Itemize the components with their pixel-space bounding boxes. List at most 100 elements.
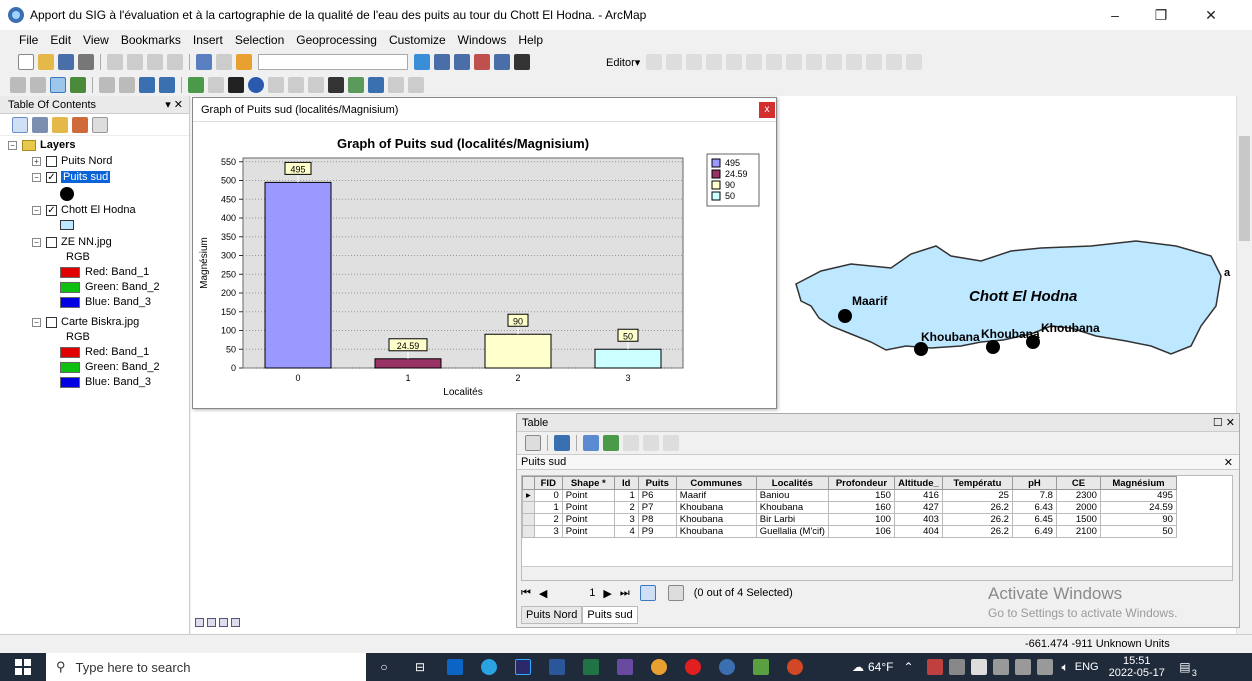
cell[interactable]: 6.49 [1011,525,1057,538]
column-header[interactable]: pH [1011,476,1057,490]
switch-selection-icon[interactable] [603,435,619,451]
table-of-contents-icon[interactable] [434,54,450,70]
paste-icon[interactable] [147,54,163,70]
point-icon[interactable] [746,54,763,70]
zoom-in-icon[interactable] [10,77,26,93]
layer-chott-el-hodna[interactable]: − ✓ Chott El Hodna [32,204,136,216]
save-icon[interactable] [58,54,74,70]
toc-options-icon[interactable] [92,116,108,133]
network-icon[interactable] [1036,659,1053,675]
fixed-zoom-out-icon[interactable] [119,77,135,93]
layer-visibility-checkbox[interactable]: ✓ [46,171,57,183]
menu-help[interactable]: Help [512,33,549,47]
tray-app-icon[interactable] [926,659,943,675]
cell[interactable]: Maarif [675,489,757,502]
excel-icon[interactable] [583,659,599,675]
menu-insert[interactable]: Insert [187,33,229,47]
html-popup-icon[interactable] [288,77,304,93]
cell[interactable]: Point [561,489,615,502]
list-by-selection-icon[interactable] [72,116,88,133]
well-point-khoubana-1[interactable] [914,342,928,356]
word-icon[interactable] [549,659,565,675]
battery-icon[interactable] [1014,659,1031,675]
cell[interactable]: 404 [893,525,943,538]
cell[interactable]: Baniou [755,489,829,502]
layout-view-icon[interactable] [207,617,216,627]
graph-window[interactable]: Graph of Puits sud (localités/Magnisium)… [192,97,777,409]
forward-extent-icon[interactable] [159,77,175,93]
minimize-button[interactable]: – [1092,0,1138,30]
undo-icon[interactable] [196,54,212,70]
attribute-table-window[interactable]: Table ☐ ✕ Puits sud ✕ FID Shape * Id Pui… [516,413,1240,628]
cell[interactable]: 2 [533,513,563,526]
attributes-icon[interactable] [866,54,883,70]
cell[interactable]: P6 [637,489,677,502]
telegram-icon[interactable] [481,659,497,675]
row-selector[interactable] [522,501,535,514]
cell[interactable]: 1500 [1055,513,1101,526]
taskbar-search-box[interactable]: ⚲ Type here to search [46,653,366,681]
select-features-icon[interactable] [188,77,204,93]
list-by-source-icon[interactable] [32,116,48,133]
python-icon[interactable] [514,54,530,70]
cell[interactable]: Khoubana [755,501,829,514]
editor-menu[interactable]: Editor▾ [602,56,644,69]
catalog-icon[interactable] [454,54,470,70]
search-window-icon[interactable] [474,54,490,70]
cell[interactable]: 26.2 [941,525,1013,538]
edit-annotation-icon[interactable] [666,54,683,70]
collapse-icon[interactable]: − [32,237,41,247]
trace-icon[interactable] [726,54,743,70]
column-header[interactable]: FID [533,476,563,490]
polygon-symbol-icon[interactable] [60,220,74,230]
layer-visibility-checkbox[interactable] [46,236,57,248]
first-record-icon[interactable]: ⏮ [521,587,531,600]
cut-polygons-icon[interactable] [806,54,823,70]
cell[interactable]: 6.45 [1011,513,1057,526]
column-header[interactable]: Localités [755,476,829,490]
tab-puits-sud[interactable]: Puits sud [582,606,638,624]
zoom-out-icon[interactable] [30,77,46,93]
scroll-thumb[interactable] [1239,136,1250,241]
clear-selection-icon[interactable] [208,77,224,93]
table-row[interactable]: 1 Point 2 P7 Khoubana Khoubana 160 427 2… [522,501,1177,514]
menu-windows[interactable]: Windows [452,33,513,47]
cell[interactable]: Khoubana [675,525,757,538]
cell[interactable]: 6.43 [1011,501,1057,514]
layer-puits-nord[interactable]: + Puits Nord [32,155,112,167]
layer-carte-biskra[interactable]: − Carte Biskra.jpg [32,316,139,328]
column-header[interactable]: Shape * [561,476,615,490]
cell[interactable]: 427 [893,501,943,514]
reshape-icon[interactable] [786,54,803,70]
photoshop-icon[interactable] [515,659,531,675]
delete-icon[interactable] [167,54,183,70]
table-horizontal-scrollbar[interactable] [522,566,1232,580]
table-row[interactable]: 2 Point 3 P8 Khoubana Bir Larbi 100 403 … [522,513,1177,526]
find-route-icon[interactable] [348,77,364,93]
well-point-maarif[interactable] [838,309,852,323]
layer-visibility-checkbox[interactable] [46,316,57,328]
cell[interactable]: Guellalia (M'cif) [755,525,829,538]
close-table-icon[interactable] [663,435,679,451]
last-record-icon[interactable]: ⏭ [620,587,630,600]
collapse-icon[interactable]: − [32,205,41,215]
table-row[interactable]: 3 Point 4 P9 Khoubana Guellalia (M'cif) … [522,525,1177,538]
tab-puits-nord[interactable]: Puits Nord [521,606,583,624]
scale-combobox[interactable] [258,54,408,70]
cell[interactable]: 50 [1099,525,1177,538]
select-by-attributes-icon[interactable] [583,435,599,451]
edit-tool-icon[interactable] [646,54,663,70]
next-record-icon[interactable]: ▶ [603,587,611,600]
menu-edit[interactable]: Edit [44,33,77,47]
menu-file[interactable]: File [0,33,44,47]
pause-drawing-icon[interactable] [231,617,240,627]
current-record[interactable]: 1 [555,587,595,599]
column-header[interactable]: Id [613,476,639,490]
open-folder-icon[interactable] [38,54,54,70]
volume-icon[interactable]: 🔈︎ [1062,660,1069,675]
clear-selection-table-icon[interactable] [623,435,639,451]
opera-icon[interactable] [685,659,701,675]
menu-customize[interactable]: Customize [383,33,452,47]
cell[interactable]: 24.59 [1099,501,1177,514]
related-tables-icon[interactable] [554,435,570,451]
